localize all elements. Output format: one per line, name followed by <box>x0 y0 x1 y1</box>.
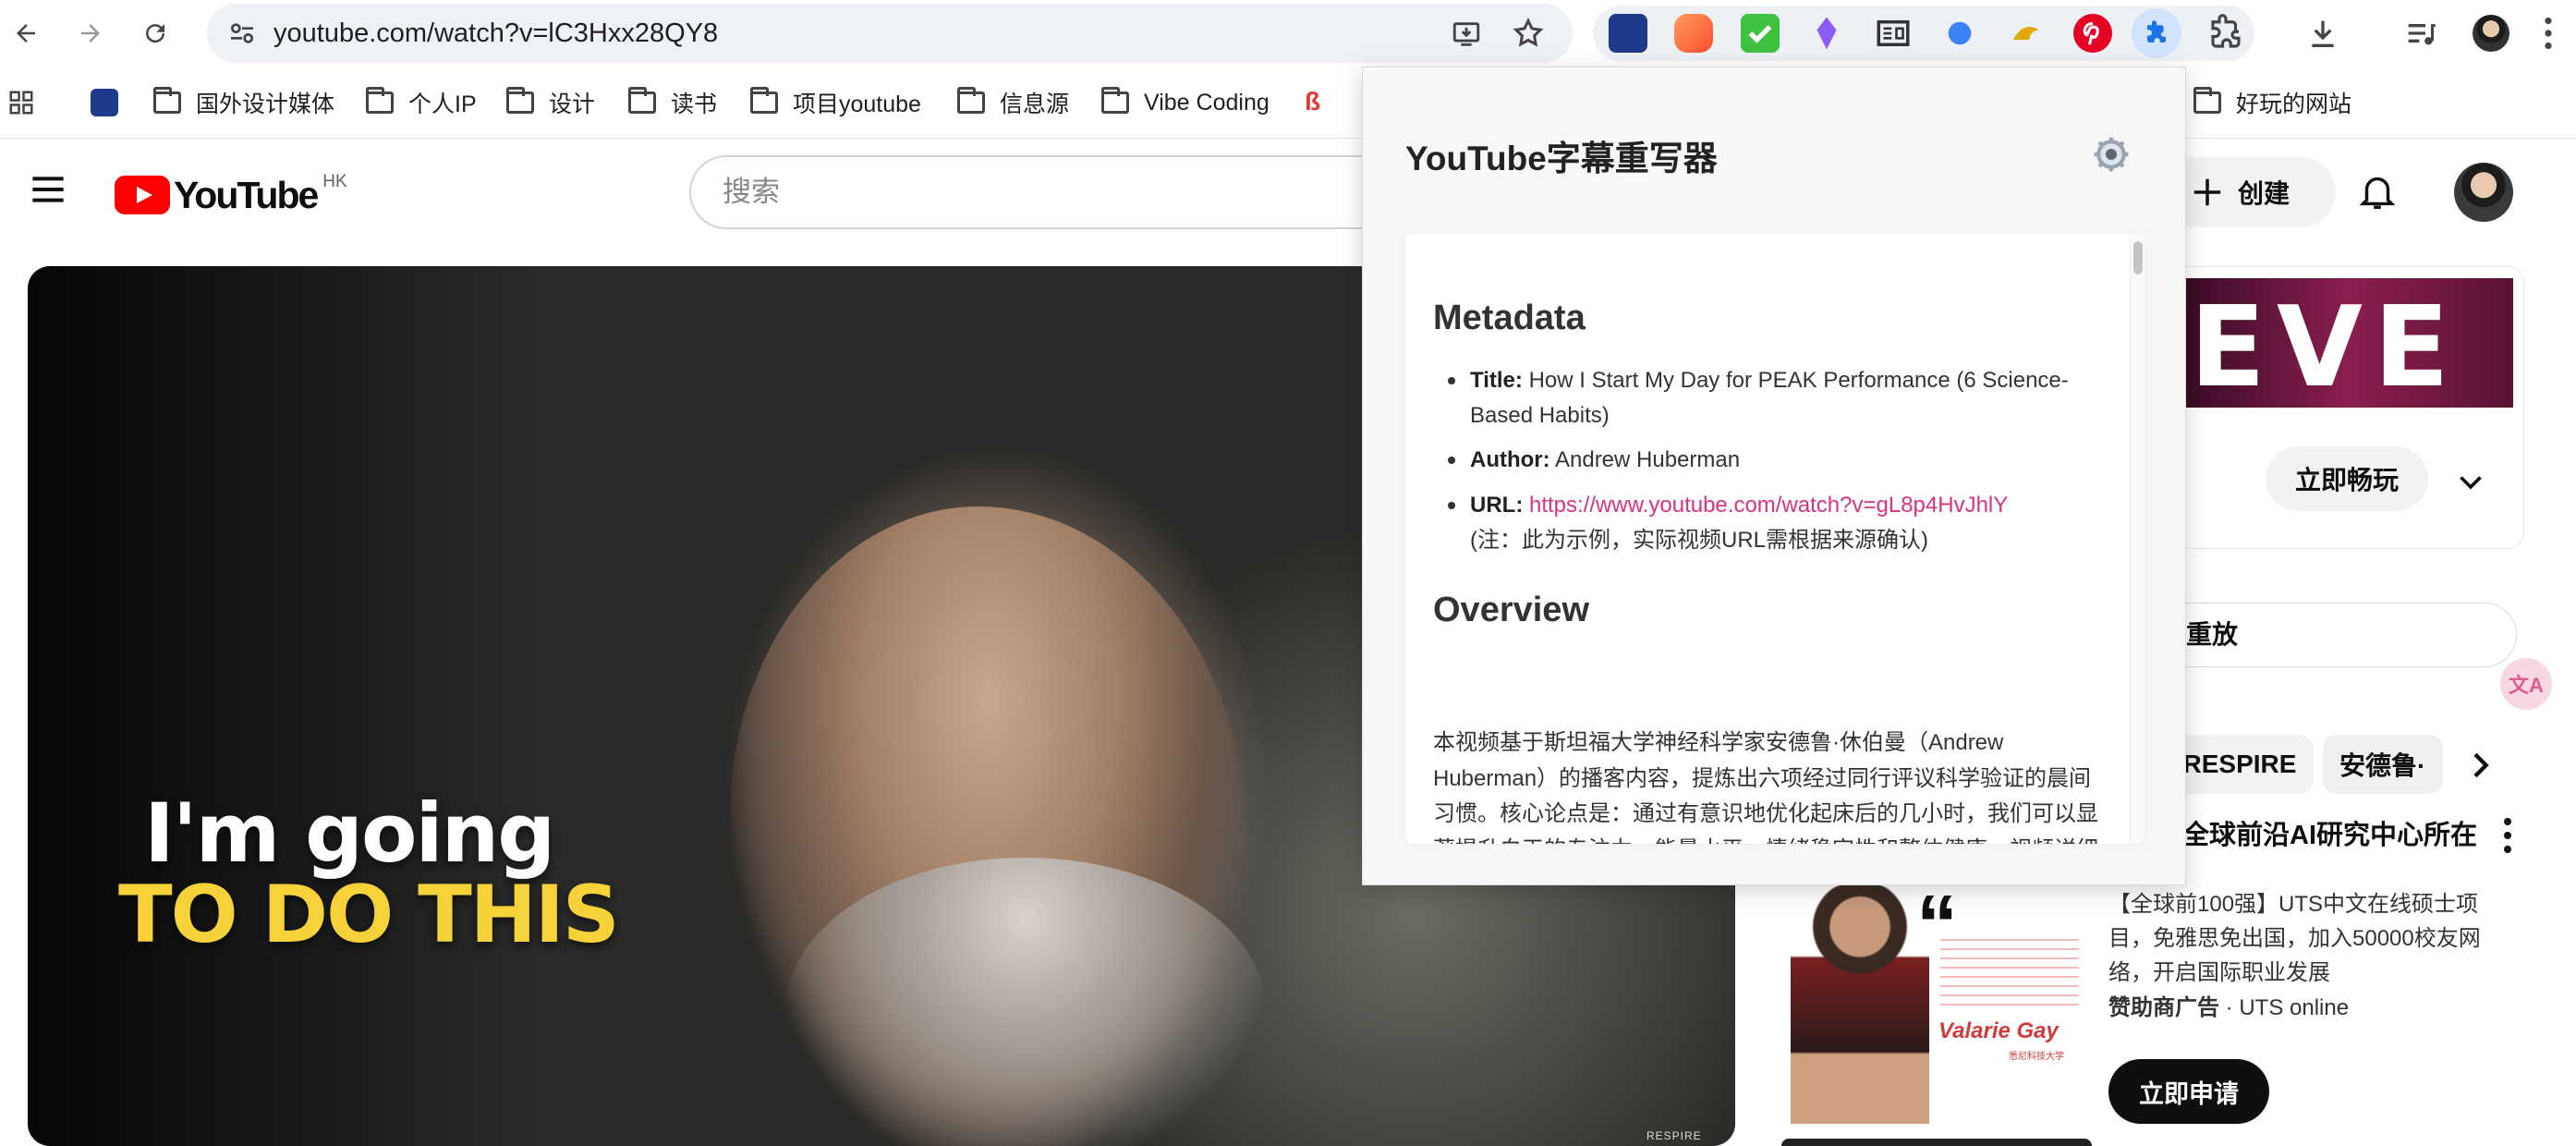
metadata-url-item: URL: https://www.youtube.com/watch?v=gL8… <box>1448 488 2108 558</box>
search-placeholder: 搜索 <box>723 176 780 208</box>
chip-andrew[interactable]: 安德鲁· <box>2323 735 2443 794</box>
sponsored-description: 【全球前100强】UTS中文在线硕士项目，免雅思免出国，加入50000校友网络，… <box>2108 892 2481 985</box>
next-thumbnail-edge <box>1781 1139 2092 1146</box>
forward-button[interactable] <box>65 7 116 59</box>
plus-icon <box>2193 178 2221 206</box>
blue-dot-extension-icon[interactable] <box>1940 14 1979 53</box>
arrow-left-icon <box>17 24 35 43</box>
reader-extension-icon[interactable] <box>1874 14 1913 53</box>
browser-toolbar: youtube.com/watch?v=lC3Hxx28QY8 <box>0 0 2576 67</box>
bookmark-folder-6[interactable]: 信息源 <box>957 67 1069 139</box>
bookmark-folder-8[interactable]: 好玩的网站 <box>2193 67 2351 139</box>
extension-icon-2[interactable] <box>1674 14 1713 53</box>
folder-icon <box>153 87 181 114</box>
video-watermark: RESPIRE <box>1646 1129 1702 1142</box>
browser-profile-avatar[interactable] <box>2473 15 2509 52</box>
reload-button[interactable] <box>129 7 181 59</box>
crystal-extension-icon[interactable] <box>1807 14 1846 53</box>
chevron-right-icon[interactable] <box>2461 747 2498 784</box>
thumbnail-text-lines <box>1940 939 2079 1013</box>
bookmark-folder-7[interactable]: Vibe Coding <box>1101 67 1270 139</box>
bookmark-red-icon[interactable]: ß <box>1305 87 1332 118</box>
extension-icon-1[interactable] <box>1609 14 1647 53</box>
reload-icon <box>146 24 165 43</box>
metadata-title-item: Title: How I Start My Day for PEAK Perfo… <box>1448 363 2071 433</box>
back-button[interactable] <box>0 7 52 59</box>
site-settings-icon[interactable] <box>227 18 257 48</box>
translate-float-icon[interactable]: 文A <box>2500 658 2552 710</box>
youtube-play-icon <box>115 176 170 214</box>
ad-banner[interactable]: EVE <box>2186 278 2513 408</box>
bookmark-app-icon[interactable] <box>91 89 118 116</box>
browser-menu-icon[interactable] <box>2543 17 2554 50</box>
folder-icon <box>2193 87 2221 114</box>
subtitle-content-panel[interactable]: Metadata Title: How I Start My Day for P… <box>1405 234 2145 844</box>
install-app-icon[interactable] <box>1451 18 1482 50</box>
bookmark-star-icon[interactable] <box>1512 17 1545 50</box>
apply-now-button[interactable]: 立即申请 <box>2108 1059 2269 1124</box>
popup-title: YouTube字幕重写器 <box>1405 140 1718 177</box>
video-caption-line2: TO DO THIS <box>118 869 620 961</box>
sponsored-meta: 赞助商广告 · UTS online <box>2108 995 2350 1020</box>
bookmark-folder-1[interactable]: 国外设计媒体 <box>153 67 334 139</box>
youtube-logo-text: YouTube <box>174 173 319 216</box>
folder-icon <box>366 87 394 114</box>
bookmark-folder-2[interactable]: 个人IP <box>366 67 477 139</box>
bookmark-folder-4[interactable]: 读书 <box>628 67 717 139</box>
url-text[interactable]: youtube.com/watch?v=lC3Hxx28QY8 <box>273 4 718 63</box>
folder-icon <box>750 87 778 114</box>
video-caption-line1: I'm going <box>144 786 555 881</box>
bird-extension-icon[interactable] <box>2007 14 2046 53</box>
create-button[interactable]: 创建 <box>2162 157 2336 227</box>
folder-icon <box>506 87 534 114</box>
video-beard <box>785 858 1266 1146</box>
notification-bell-icon[interactable] <box>2356 170 2399 213</box>
video-shadow <box>28 266 545 1146</box>
thumbnail-name: Valarie Gay <box>1938 1018 2059 1043</box>
bookmark-folder-3[interactable]: 设计 <box>506 67 595 139</box>
overview-heading: Overview <box>1433 591 1589 629</box>
folder-icon <box>1101 87 1129 114</box>
search-input[interactable]: 搜索 <box>689 155 1391 229</box>
metadata-author-item: Author: Andrew Huberman <box>1448 443 2071 478</box>
folder-icon <box>957 87 985 114</box>
extensions-menu-icon[interactable] <box>2206 14 2245 53</box>
bookmarks-bar: 国外设计媒体 个人IP 设计 读书 项目youtube 信息源 Vibe Cod… <box>0 67 2576 139</box>
extensions-bar <box>1593 6 2254 61</box>
extension-popup: YouTube字幕重写器 Metadata Title: How I Start… <box>1362 67 2186 885</box>
youtube-avatar[interactable] <box>2454 163 2513 222</box>
more-options-icon[interactable] <box>2500 817 2515 854</box>
chevron-down-icon[interactable] <box>2454 465 2487 498</box>
sponsored-thumbnail[interactable]: “ Valarie Gay 悉尼科技大学 <box>1781 884 2092 1124</box>
puzzle-piece-icon <box>2147 20 2166 43</box>
youtube-logo[interactable]: YouTube HK <box>115 172 347 218</box>
gear-icon[interactable] <box>2093 136 2130 173</box>
replay-button[interactable]: 重放 <box>2186 603 2517 667</box>
active-extension-button[interactable] <box>2132 8 2181 58</box>
region-code: HK <box>322 172 347 191</box>
arrow-right-icon <box>81 24 100 43</box>
overview-text: 本视频基于斯坦福大学神经科学家安德鲁·休伯曼（Andrew Huberman）的… <box>1433 730 2098 844</box>
folder-icon <box>628 87 656 114</box>
thumbnail-person <box>1791 884 1929 1124</box>
scrollbar-track[interactable] <box>2130 234 2145 844</box>
bookmark-folder-5[interactable]: 项目youtube <box>750 67 921 139</box>
sponsored-title[interactable]: 全球前沿AI研究中心所在 <box>2182 813 2477 852</box>
hamburger-menu-icon[interactable] <box>30 174 67 205</box>
checkmark-extension-icon[interactable] <box>1741 14 1780 53</box>
address-bar[interactable]: youtube.com/watch?v=lC3Hxx28QY8 <box>207 4 1573 63</box>
metadata-heading: Metadata <box>1433 299 1586 337</box>
pinterest-icon[interactable] <box>2073 14 2112 53</box>
ad-card: EVE 立即畅玩 <box>2186 266 2524 549</box>
apps-grid-icon[interactable] <box>7 89 35 116</box>
thumbnail-subname: 悉尼科技大学 <box>2009 1052 2064 1062</box>
media-control-icon[interactable] <box>2402 15 2439 52</box>
download-icon[interactable] <box>2304 15 2341 52</box>
chip-respire[interactable]: RESPIRE <box>2166 735 2314 794</box>
scrollbar-thumb[interactable] <box>2133 241 2143 274</box>
video-url-link[interactable]: https://www.youtube.com/watch?v=gL8p4HvJ… <box>1529 493 2008 518</box>
play-now-button[interactable]: 立即畅玩 <box>2266 446 2428 511</box>
